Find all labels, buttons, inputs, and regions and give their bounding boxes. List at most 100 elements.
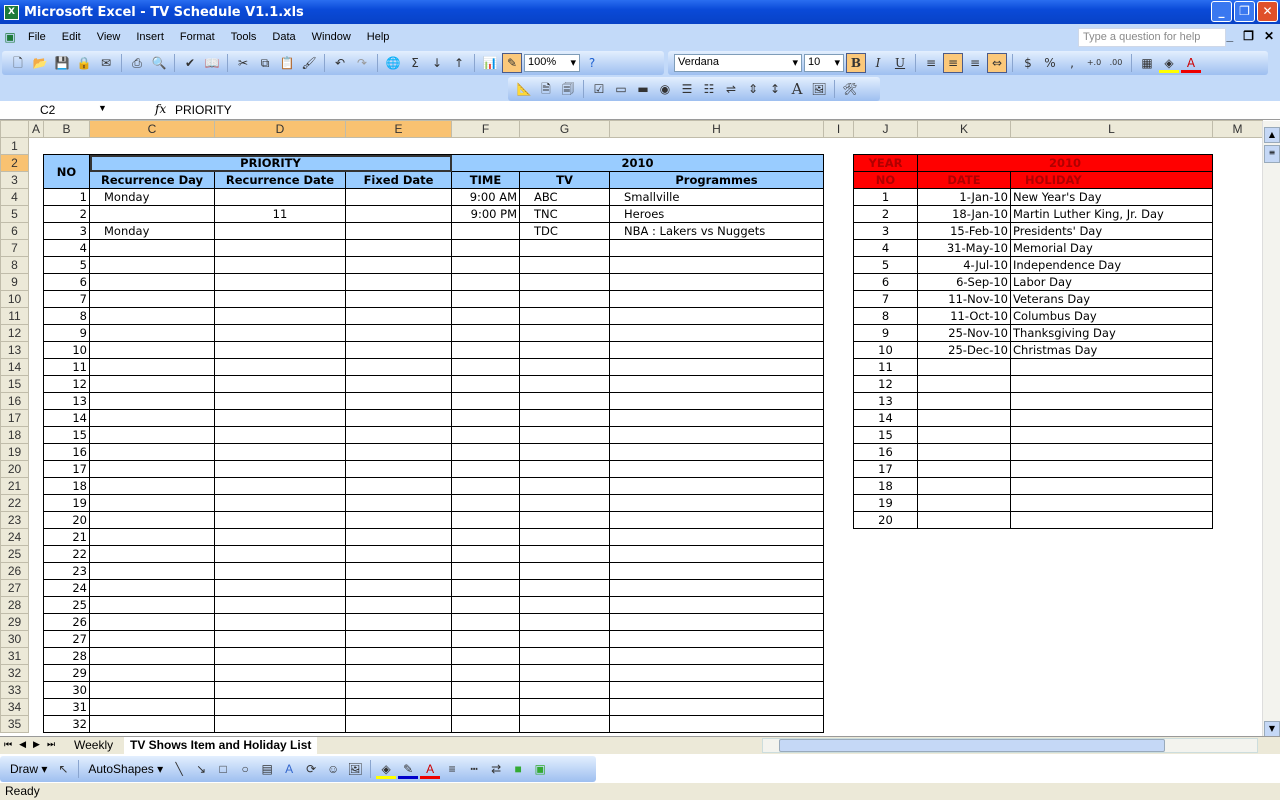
holiday-date[interactable]: 11-Oct-10	[917, 307, 1011, 325]
row-header[interactable]: 10	[0, 290, 29, 308]
column-header-h[interactable]: H	[609, 120, 824, 138]
bold-button[interactable]: B	[846, 53, 866, 73]
empty-cell[interactable]	[824, 597, 854, 614]
schedule-no[interactable]: 23	[43, 562, 90, 580]
row-header[interactable]: 9	[0, 273, 29, 291]
schedule-programme[interactable]	[609, 443, 824, 461]
holiday-no[interactable]: 12	[853, 375, 918, 393]
schedule-programme[interactable]	[609, 613, 824, 631]
holiday-no[interactable]: 17	[853, 460, 918, 478]
arrow-icon[interactable]: ↘	[191, 759, 211, 779]
empty-cell[interactable]	[854, 665, 918, 682]
schedule-rec-day[interactable]	[89, 494, 215, 512]
empty-cell[interactable]	[854, 699, 918, 716]
empty-cell[interactable]	[918, 716, 1011, 733]
holiday-date[interactable]	[917, 409, 1011, 427]
row-header[interactable]: 24	[0, 528, 29, 546]
holiday-name[interactable]	[1010, 375, 1213, 393]
schedule-rec-day[interactable]	[89, 460, 215, 478]
column-header-j[interactable]: J	[853, 120, 918, 138]
row-header[interactable]: 6	[0, 222, 29, 240]
schedule-programme[interactable]	[609, 341, 824, 359]
schedule-tv[interactable]	[519, 239, 610, 257]
autosum-icon[interactable]: Σ	[405, 53, 425, 73]
schedule-programme[interactable]	[609, 545, 824, 563]
holiday-date[interactable]: 25-Nov-10	[917, 324, 1011, 342]
row-header[interactable]: 1	[0, 137, 29, 155]
borders-icon[interactable]: ▦	[1137, 53, 1157, 73]
menu-view[interactable]: View	[89, 31, 129, 43]
empty-cell[interactable]	[1213, 580, 1263, 597]
schedule-no[interactable]: 30	[43, 681, 90, 699]
schedule-fixed[interactable]	[345, 698, 452, 716]
schedule-time[interactable]	[451, 545, 520, 563]
column-header-g[interactable]: G	[519, 120, 610, 138]
cell-a[interactable]	[29, 376, 44, 393]
schedule-programme[interactable]	[609, 426, 824, 444]
empty-cell[interactable]	[824, 631, 854, 648]
schedule-tv[interactable]	[519, 341, 610, 359]
schedule-time[interactable]: 9:00 AM	[451, 188, 520, 206]
schedule-rec-date[interactable]	[214, 647, 346, 665]
oval-icon[interactable]: ○	[235, 759, 255, 779]
schedule-tv[interactable]	[519, 596, 610, 614]
subheader-2[interactable]: Fixed Date	[345, 171, 452, 189]
schedule-tv[interactable]	[519, 358, 610, 376]
cell-a[interactable]	[29, 359, 44, 376]
option-button-icon[interactable]: ◉	[655, 79, 675, 99]
schedule-time[interactable]	[451, 562, 520, 580]
schedule-programme[interactable]	[609, 596, 824, 614]
holiday-no[interactable]: 10	[853, 341, 918, 359]
view-code-icon[interactable]: 🗐	[558, 79, 578, 99]
sort-ascending-icon[interactable]: ↓	[427, 53, 447, 73]
schedule-rec-date[interactable]	[214, 307, 346, 325]
schedule-time[interactable]	[451, 273, 520, 291]
redo-icon[interactable]: ↷	[352, 53, 372, 73]
cell-a[interactable]	[29, 342, 44, 359]
empty-cell[interactable]	[610, 138, 824, 155]
holiday-name[interactable]	[1010, 358, 1213, 376]
cell-a[interactable]	[29, 699, 44, 716]
schedule-no[interactable]: 16	[43, 443, 90, 461]
row-header[interactable]: 23	[0, 511, 29, 529]
holiday-date[interactable]	[917, 443, 1011, 461]
holiday-no[interactable]: 18	[853, 477, 918, 495]
schedule-fixed[interactable]	[345, 375, 452, 393]
empty-cell[interactable]	[1213, 665, 1263, 682]
align-right-icon[interactable]: ≡	[965, 53, 985, 73]
empty-cell[interactable]	[824, 563, 854, 580]
row-header[interactable]: 35	[0, 715, 29, 733]
empty-cell[interactable]	[918, 614, 1011, 631]
column-header-e[interactable]: E	[345, 120, 452, 138]
schedule-rec-date[interactable]	[214, 239, 346, 257]
holiday-name[interactable]	[1010, 443, 1213, 461]
schedule-fixed[interactable]	[345, 579, 452, 597]
schedule-programme[interactable]	[609, 630, 824, 648]
schedule-time[interactable]	[451, 477, 520, 495]
empty-cell[interactable]	[824, 206, 854, 223]
empty-cell[interactable]	[1213, 699, 1263, 716]
holiday-no[interactable]: 7	[853, 290, 918, 308]
schedule-fixed[interactable]	[345, 681, 452, 699]
row-header[interactable]: 26	[0, 562, 29, 580]
holiday-name[interactable]: Christmas Day	[1010, 341, 1213, 359]
holiday-no[interactable]: 4	[853, 239, 918, 257]
schedule-no[interactable]: 25	[43, 596, 90, 614]
empty-cell[interactable]	[1213, 359, 1263, 376]
empty-cell[interactable]	[1011, 529, 1213, 546]
schedule-rec-day[interactable]	[89, 511, 215, 529]
schedule-tv[interactable]	[519, 715, 610, 733]
arrow-style-icon[interactable]: ⇄	[486, 759, 506, 779]
cell-a[interactable]	[29, 631, 44, 648]
prev-sheet-icon[interactable]: ◀	[19, 739, 26, 750]
schedule-programme[interactable]	[609, 494, 824, 512]
draw-menu[interactable]: Draw ▾	[6, 762, 51, 776]
cell-a[interactable]	[29, 257, 44, 274]
cell-a[interactable]	[29, 461, 44, 478]
row-header[interactable]: 14	[0, 358, 29, 376]
schedule-no[interactable]: 17	[43, 460, 90, 478]
label-control-icon[interactable]: A	[787, 79, 807, 99]
column-header-k[interactable]: K	[917, 120, 1011, 138]
schedule-rec-day[interactable]	[89, 681, 215, 699]
shadow-icon[interactable]: ■	[508, 759, 528, 779]
